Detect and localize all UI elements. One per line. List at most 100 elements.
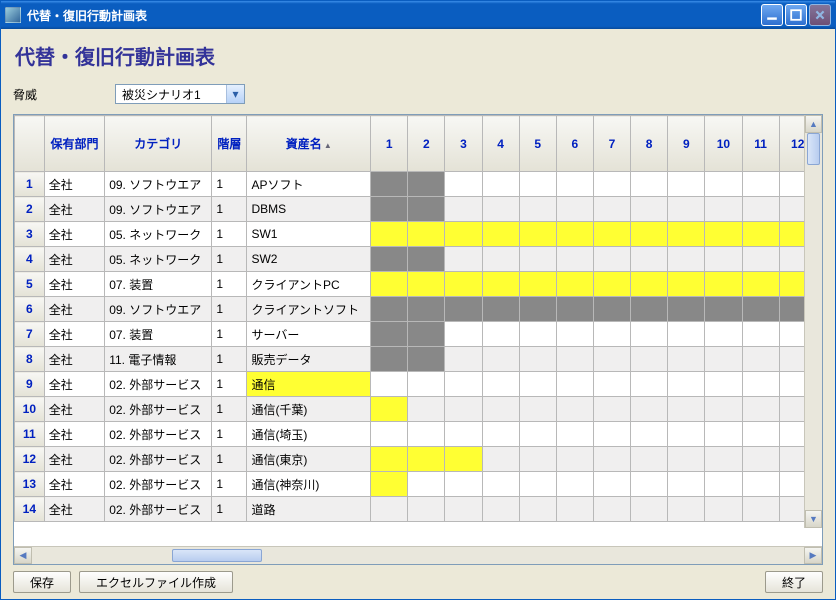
day-cell[interactable]: [742, 172, 779, 197]
cell-asset[interactable]: 通信(千葉): [247, 397, 371, 422]
cell-tier[interactable]: 1: [212, 497, 247, 522]
day-cell[interactable]: [445, 497, 482, 522]
threat-combo[interactable]: 被災シナリオ1 ▾: [115, 84, 245, 104]
col-day-5[interactable]: 5: [519, 116, 556, 172]
table-row[interactable]: 6全社09. ソフトウエア1クライアントソフト: [15, 297, 823, 322]
day-cell[interactable]: [668, 472, 705, 497]
day-cell[interactable]: [556, 297, 593, 322]
day-cell[interactable]: [445, 272, 482, 297]
day-cell[interactable]: [742, 222, 779, 247]
cell-asset[interactable]: 通信(東京): [247, 447, 371, 472]
day-cell[interactable]: [631, 347, 668, 372]
cell-tier[interactable]: 1: [212, 297, 247, 322]
day-cell[interactable]: [408, 472, 445, 497]
day-cell[interactable]: [482, 447, 519, 472]
day-cell[interactable]: [705, 447, 742, 472]
day-cell[interactable]: [631, 447, 668, 472]
table-row[interactable]: 1全社09. ソフトウエア1APソフト: [15, 172, 823, 197]
day-cell[interactable]: [408, 422, 445, 447]
day-cell[interactable]: [519, 297, 556, 322]
day-cell[interactable]: [482, 422, 519, 447]
cell-dept[interactable]: 全社: [44, 172, 105, 197]
day-cell[interactable]: [408, 297, 445, 322]
table-row[interactable]: 9全社02. 外部サービス1通信: [15, 372, 823, 397]
cell-asset[interactable]: クライアントPC: [247, 272, 371, 297]
cell-category[interactable]: 09. ソフトウエア: [105, 297, 212, 322]
day-cell[interactable]: [519, 222, 556, 247]
day-cell[interactable]: [593, 347, 630, 372]
day-cell[interactable]: [445, 422, 482, 447]
horizontal-scrollbar[interactable]: ◀ ▶: [14, 546, 822, 564]
day-cell[interactable]: [705, 322, 742, 347]
day-cell[interactable]: [519, 497, 556, 522]
day-cell[interactable]: [445, 197, 482, 222]
day-cell[interactable]: [556, 272, 593, 297]
day-cell[interactable]: [408, 222, 445, 247]
day-cell[interactable]: [371, 272, 408, 297]
scroll-thumb-v[interactable]: [807, 133, 820, 165]
col-dept[interactable]: 保有部門: [44, 116, 105, 172]
row-number[interactable]: 12: [15, 447, 45, 472]
cell-asset[interactable]: 通信(埼玉): [247, 422, 371, 447]
day-cell[interactable]: [742, 497, 779, 522]
day-cell[interactable]: [482, 497, 519, 522]
day-cell[interactable]: [742, 447, 779, 472]
table-row[interactable]: 3全社05. ネットワーク1SW1: [15, 222, 823, 247]
col-rownum[interactable]: [15, 116, 45, 172]
col-asset[interactable]: 資産名▲: [247, 116, 371, 172]
day-cell[interactable]: [705, 222, 742, 247]
day-cell[interactable]: [371, 197, 408, 222]
cell-tier[interactable]: 1: [212, 347, 247, 372]
close-button[interactable]: [809, 4, 831, 26]
scroll-up-icon[interactable]: ▲: [805, 115, 822, 133]
day-cell[interactable]: [371, 472, 408, 497]
scroll-down-icon[interactable]: ▼: [805, 510, 822, 528]
day-cell[interactable]: [742, 197, 779, 222]
day-cell[interactable]: [556, 197, 593, 222]
row-number[interactable]: 10: [15, 397, 45, 422]
day-cell[interactable]: [705, 422, 742, 447]
vertical-scrollbar[interactable]: ▲ ▼: [804, 115, 822, 528]
day-cell[interactable]: [445, 447, 482, 472]
minimize-button[interactable]: [761, 4, 783, 26]
cell-dept[interactable]: 全社: [44, 347, 105, 372]
day-cell[interactable]: [371, 297, 408, 322]
close-app-button[interactable]: 終了: [765, 571, 823, 593]
row-number[interactable]: 5: [15, 272, 45, 297]
day-cell[interactable]: [556, 372, 593, 397]
day-cell[interactable]: [593, 422, 630, 447]
day-cell[interactable]: [668, 322, 705, 347]
cell-tier[interactable]: 1: [212, 322, 247, 347]
cell-asset[interactable]: SW2: [247, 247, 371, 272]
day-cell[interactable]: [519, 272, 556, 297]
day-cell[interactable]: [593, 472, 630, 497]
cell-dept[interactable]: 全社: [44, 322, 105, 347]
day-cell[interactable]: [668, 497, 705, 522]
day-cell[interactable]: [482, 297, 519, 322]
day-cell[interactable]: [631, 372, 668, 397]
day-cell[interactable]: [705, 247, 742, 272]
cell-asset[interactable]: APソフト: [247, 172, 371, 197]
day-cell[interactable]: [445, 247, 482, 272]
cell-asset[interactable]: 販売データ: [247, 347, 371, 372]
day-cell[interactable]: [556, 397, 593, 422]
day-cell[interactable]: [668, 347, 705, 372]
chevron-down-icon[interactable]: ▾: [226, 85, 244, 103]
row-number[interactable]: 6: [15, 297, 45, 322]
cell-dept[interactable]: 全社: [44, 447, 105, 472]
table-row[interactable]: 7全社07. 装置1サーバー: [15, 322, 823, 347]
day-cell[interactable]: [556, 247, 593, 272]
day-cell[interactable]: [668, 222, 705, 247]
cell-category[interactable]: 07. 装置: [105, 322, 212, 347]
day-cell[interactable]: [631, 322, 668, 347]
day-cell[interactable]: [631, 222, 668, 247]
day-cell[interactable]: [556, 322, 593, 347]
day-cell[interactable]: [705, 497, 742, 522]
day-cell[interactable]: [519, 172, 556, 197]
col-tier[interactable]: 階層: [212, 116, 247, 172]
day-cell[interactable]: [705, 397, 742, 422]
day-cell[interactable]: [593, 372, 630, 397]
scroll-thumb-h[interactable]: [172, 549, 262, 562]
table-row[interactable]: 2全社09. ソフトウエア1DBMS: [15, 197, 823, 222]
cell-dept[interactable]: 全社: [44, 222, 105, 247]
